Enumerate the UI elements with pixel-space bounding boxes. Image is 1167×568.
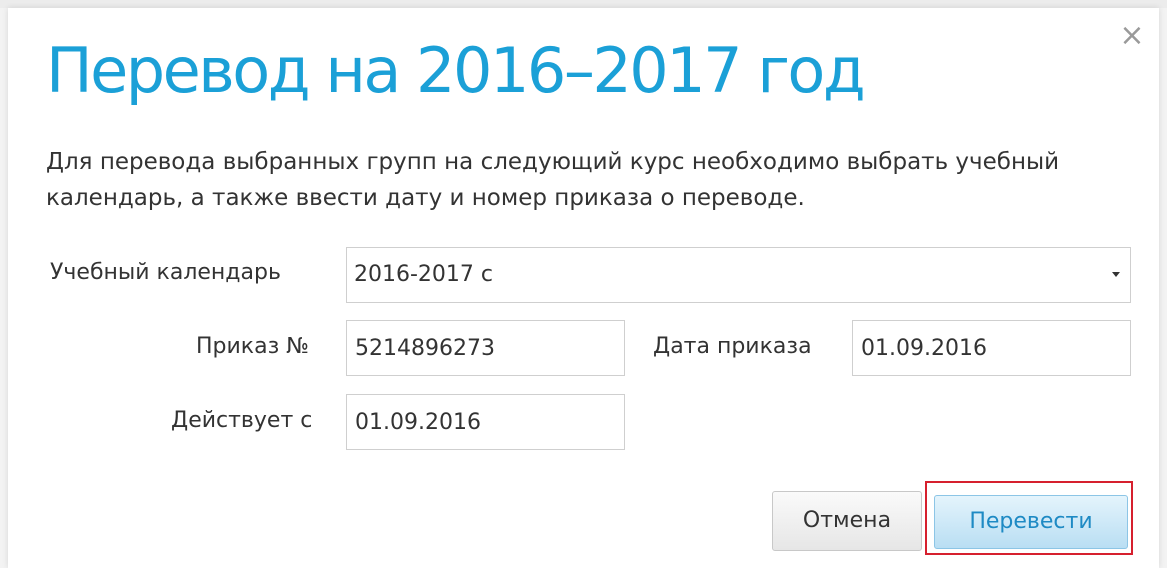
order-number-label: Приказ № (196, 334, 310, 359)
calendar-label: Учебный календарь (50, 260, 281, 285)
calendar-select-value: 2016-2017 с (354, 262, 494, 287)
calendar-select[interactable]: 2016-2017 с (346, 247, 1131, 303)
effective-from-input[interactable] (346, 394, 625, 450)
dialog-title: Перевод на 2016–2017 год (46, 34, 866, 107)
close-icon[interactable]: × (1112, 16, 1152, 56)
order-date-label: Дата приказа (653, 334, 812, 359)
backdrop (0, 0, 1167, 8)
order-date-input[interactable] (852, 320, 1131, 376)
dialog-description: Для перевода выбранных групп на следующи… (46, 149, 1060, 211)
order-number-input[interactable] (346, 320, 625, 376)
chevron-down-icon (1112, 272, 1120, 277)
cancel-button[interactable]: Отмена (772, 491, 922, 551)
effective-from-label: Действует с (171, 408, 313, 433)
transfer-button[interactable]: Перевести (934, 495, 1128, 549)
